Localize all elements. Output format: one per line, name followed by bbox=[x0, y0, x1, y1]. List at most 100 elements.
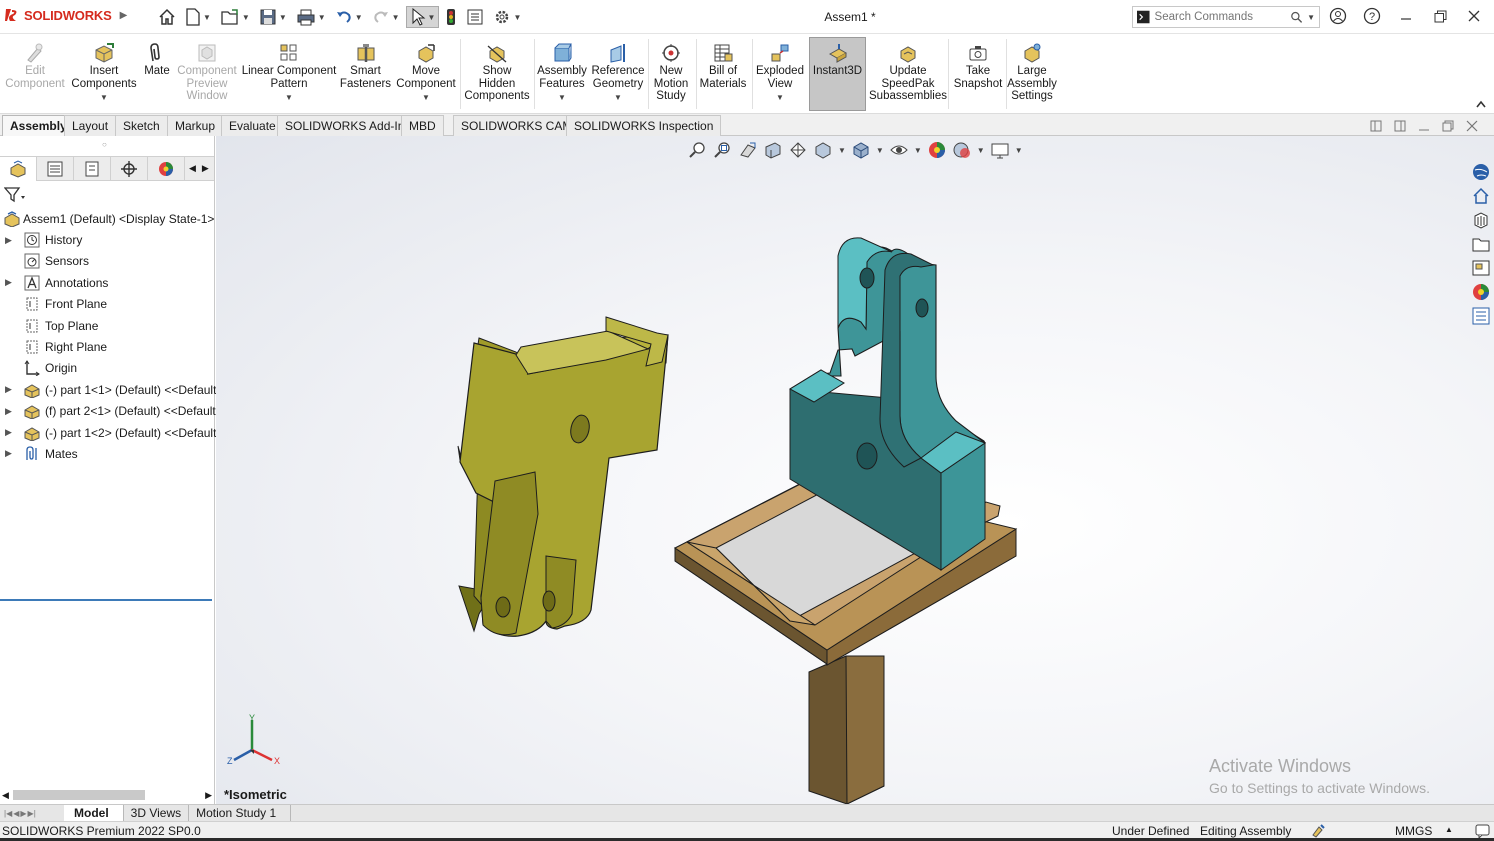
chevron-right-icon[interactable]: ▶ bbox=[202, 163, 209, 174]
select-button[interactable]: ▼ bbox=[405, 6, 440, 28]
tree-horizontal-scrollbar[interactable]: ◀ ▶ bbox=[0, 788, 214, 802]
new-motion-study-button[interactable]: New Motion Study bbox=[650, 38, 692, 110]
tab-cam[interactable]: SOLIDWORKS CAM bbox=[453, 115, 581, 136]
save-button[interactable]: ▼ bbox=[256, 6, 290, 28]
tab-displaymanager[interactable] bbox=[148, 157, 185, 181]
tree-item-origin[interactable]: Origin bbox=[0, 358, 214, 379]
expand-arrow-icon[interactable]: ▶ bbox=[5, 235, 12, 246]
doc-close-icon[interactable] bbox=[1466, 120, 1478, 132]
tab-3d-views[interactable]: 3D Views bbox=[124, 804, 190, 822]
tree-item-mates[interactable]: ▶ Mates bbox=[0, 443, 214, 464]
new-button[interactable]: ▼ bbox=[182, 6, 214, 28]
print-button[interactable]: ▼ bbox=[293, 6, 329, 28]
units-dropdown-icon[interactable]: ▲ bbox=[1445, 825, 1453, 834]
update-speedpak-button[interactable]: Update SpeedPak Subassemblies bbox=[869, 38, 947, 110]
tab-sketch[interactable]: Sketch bbox=[115, 115, 168, 136]
prev-tab-icon[interactable]: ◀ bbox=[13, 809, 19, 818]
exploded-view-button[interactable]: Exploded View ▼ bbox=[754, 38, 806, 110]
edit-component-button[interactable]: Edit Component bbox=[4, 38, 66, 110]
tab-evaluate[interactable]: Evaluate bbox=[221, 115, 284, 136]
show-hidden-components-button[interactable]: Show Hidden Components bbox=[462, 38, 532, 110]
tree-root[interactable]: Assem1 (Default) <Display State-1> bbox=[0, 208, 214, 229]
tab-dimxpert[interactable] bbox=[111, 157, 148, 181]
mate-button[interactable]: Mate bbox=[140, 38, 174, 110]
tile-left-icon[interactable] bbox=[1370, 120, 1382, 132]
doc-minimize-icon[interactable] bbox=[1418, 120, 1430, 132]
tree-item-annotations[interactable]: ▶ Annotations bbox=[0, 272, 214, 293]
close-button[interactable] bbox=[1464, 6, 1484, 26]
expand-arrow-icon[interactable]: ▶ bbox=[5, 406, 12, 417]
bill-of-materials-button[interactable]: Bill of Materials bbox=[698, 38, 748, 110]
scroll-left-icon[interactable]: ◀ bbox=[0, 790, 11, 801]
assembly-features-button[interactable]: Assembly Features ▼ bbox=[536, 38, 588, 110]
tree-item-part2-1[interactable]: ▶ (f) part 2<1> (Default) <<Default> bbox=[0, 401, 223, 422]
restore-button[interactable] bbox=[1430, 6, 1450, 26]
home-tab[interactable] bbox=[1470, 186, 1492, 206]
panel-splitter-handle[interactable]: ○ bbox=[102, 140, 107, 149]
doc-restore-icon[interactable] bbox=[1442, 120, 1454, 132]
rollback-bar[interactable] bbox=[0, 599, 212, 601]
tab-addins[interactable]: SOLIDWORKS Add-Ins bbox=[277, 115, 419, 136]
tile-right-icon[interactable] bbox=[1394, 120, 1406, 132]
instant3d-button[interactable]: Instant3D bbox=[809, 37, 866, 111]
account-button[interactable] bbox=[1328, 6, 1348, 26]
menu-expand-icon[interactable]: ▶ bbox=[120, 10, 128, 21]
tab-mbd[interactable]: MBD bbox=[401, 115, 444, 136]
scroll-right-icon[interactable]: ▶ bbox=[203, 790, 214, 801]
undo-button[interactable]: ▼ bbox=[332, 6, 366, 28]
first-tab-icon[interactable]: |◀ bbox=[4, 809, 12, 818]
units-selector[interactable]: MMGS bbox=[1395, 824, 1432, 838]
chevron-left-icon[interactable]: ◀ bbox=[189, 163, 196, 174]
move-component-button[interactable]: Move Component ▼ bbox=[395, 38, 457, 110]
tree-item-right-plane[interactable]: Right Plane bbox=[0, 336, 214, 357]
reference-geometry-button[interactable]: Reference Geometry ▼ bbox=[590, 38, 646, 110]
open-button[interactable]: ▼ bbox=[217, 6, 253, 28]
file-properties-button[interactable] bbox=[463, 6, 487, 28]
search-commands[interactable]: ▼ bbox=[1132, 6, 1320, 28]
base-post[interactable] bbox=[808, 655, 885, 804]
tab-configurationmanager[interactable] bbox=[74, 157, 111, 181]
tree-item-history[interactable]: ▶ History bbox=[0, 229, 214, 250]
rebuild-status-icon[interactable] bbox=[1311, 823, 1326, 838]
smart-fasteners-button[interactable]: Smart Fasteners bbox=[338, 38, 393, 110]
tab-propertymanager[interactable] bbox=[37, 157, 74, 181]
take-snapshot-button[interactable]: Take Snapshot bbox=[952, 38, 1004, 110]
appearances-tab[interactable] bbox=[1470, 282, 1492, 302]
expand-arrow-icon[interactable]: ▶ bbox=[5, 384, 12, 395]
tooltip-settings-icon[interactable] bbox=[1475, 823, 1490, 838]
search-input[interactable] bbox=[1154, 11, 1285, 23]
home-button[interactable] bbox=[155, 6, 179, 28]
tree-item-part1-2[interactable]: ▶ (-) part 1<2> (Default) <<Default> bbox=[0, 422, 223, 443]
graphics-area[interactable]: ▼ ▼ ▼ ▼ ▼ Y X Z *Isometric Activate Wind… bbox=[216, 136, 1494, 804]
assembly-model[interactable] bbox=[216, 136, 1494, 804]
search-dropdown-icon[interactable]: ▼ bbox=[1307, 13, 1315, 22]
resources-tab[interactable] bbox=[1470, 162, 1492, 182]
scroll-track[interactable] bbox=[11, 790, 203, 800]
linear-component-pattern-button[interactable]: Linear Component Pattern ▼ bbox=[240, 38, 338, 110]
tree-item-sensors[interactable]: Sensors bbox=[0, 251, 214, 272]
design-library-tab[interactable] bbox=[1470, 210, 1492, 230]
view-palette-tab[interactable] bbox=[1470, 258, 1492, 278]
tab-motion-study-1[interactable]: Motion Study 1 bbox=[189, 804, 292, 822]
expand-arrow-icon[interactable]: ▶ bbox=[5, 277, 12, 288]
collapse-ribbon-button[interactable] bbox=[1476, 97, 1486, 111]
expand-arrow-icon[interactable]: ▶ bbox=[5, 448, 12, 459]
expand-arrow-icon[interactable]: ▶ bbox=[5, 427, 12, 438]
tree-item-part1-1[interactable]: ▶ (-) part 1<1> (Default) <<Default> bbox=[0, 379, 223, 400]
tab-model[interactable]: Model bbox=[64, 804, 124, 822]
last-tab-icon[interactable]: ▶| bbox=[28, 809, 36, 818]
scroll-thumb[interactable] bbox=[12, 790, 145, 800]
component-preview-window-button[interactable]: Component Preview Window bbox=[176, 38, 238, 110]
help-button[interactable]: ? bbox=[1362, 6, 1382, 26]
search-icon[interactable] bbox=[1290, 10, 1303, 24]
tab-layout[interactable]: Layout bbox=[64, 115, 117, 136]
options-button[interactable]: ▼ bbox=[490, 6, 524, 28]
minimize-button[interactable] bbox=[1396, 6, 1416, 26]
next-tab-icon[interactable]: ▶ bbox=[20, 809, 26, 818]
rebuild-button[interactable] bbox=[442, 6, 460, 28]
tab-markup[interactable]: Markup bbox=[167, 115, 224, 136]
tab-inspection[interactable]: SOLIDWORKS Inspection bbox=[566, 115, 722, 136]
tree-filter-button[interactable] bbox=[3, 187, 26, 206]
panel-tab-scroll[interactable]: ◀ ▶ bbox=[185, 157, 209, 180]
custom-properties-tab[interactable] bbox=[1470, 306, 1492, 326]
